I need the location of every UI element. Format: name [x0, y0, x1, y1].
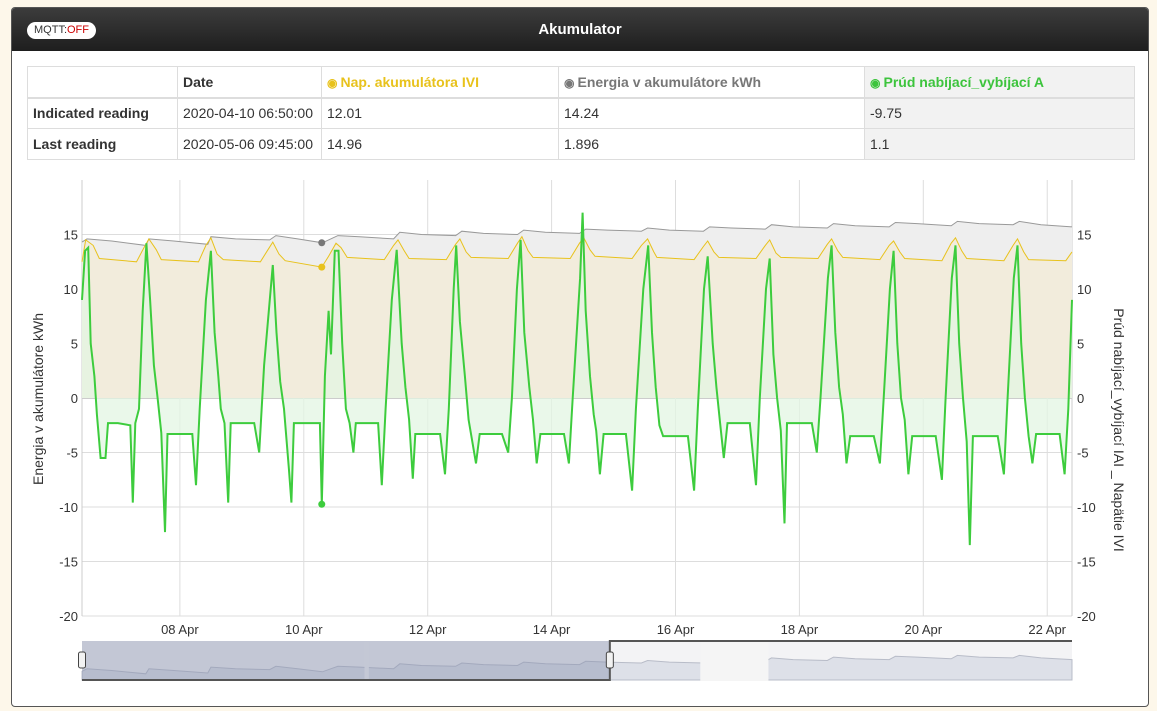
- navigator-gap: [700, 642, 769, 681]
- y-tick-right: 5: [1077, 337, 1084, 352]
- y-tick-left: 0: [71, 391, 78, 406]
- y-tick-left: -20: [59, 609, 78, 624]
- y-tick-right: -20: [1077, 609, 1096, 624]
- y-tick-left: -15: [59, 555, 78, 570]
- y-tick-left: -5: [66, 446, 78, 461]
- x-tick-label: 08 Apr: [161, 622, 199, 637]
- y-tick-right: 0: [1077, 391, 1084, 406]
- voltage-marker[interactable]: [318, 263, 326, 271]
- x-tick-label: 10 Apr: [285, 622, 323, 637]
- navigator-handle-left[interactable]: [78, 651, 86, 669]
- y-tick-right: -5: [1077, 446, 1089, 461]
- x-tick-label: 12 Apr: [409, 622, 447, 637]
- x-tick-label: 22 Apr: [1028, 622, 1066, 637]
- y-tick-right: -10: [1077, 500, 1096, 515]
- chart[interactable]: -20 -20 -15 -15 -10 -10 -5 -5 0 0 5 5 10 10 15 15 08 Apr…: [0, 0, 1157, 711]
- y-tick-left: 10: [64, 282, 78, 297]
- y-tick-right: -15: [1077, 555, 1096, 570]
- x-tick-label: 20 Apr: [905, 622, 943, 637]
- x-tick-label: 18 Apr: [781, 622, 819, 637]
- y-tick-left: -10: [59, 500, 78, 515]
- y-tick-left: 15: [64, 228, 78, 243]
- y-tick-right: 10: [1077, 282, 1091, 297]
- navigator-selection[interactable]: [82, 641, 610, 680]
- y-axis-right-label: Prúd nabíjací_vybíjací IAI _ Napätie IVI: [1111, 308, 1127, 552]
- current-marker[interactable]: [318, 500, 326, 508]
- y-tick-right: 15: [1077, 228, 1091, 243]
- navigator-handle-right[interactable]: [605, 651, 614, 669]
- x-tick-label: 14 Apr: [533, 622, 571, 637]
- y-tick-left: 5: [71, 337, 78, 352]
- x-tick-label: 16 Apr: [657, 622, 695, 637]
- energy-marker[interactable]: [318, 239, 326, 247]
- y-axis-left-label: Energia v akumulátore kWh: [30, 313, 46, 485]
